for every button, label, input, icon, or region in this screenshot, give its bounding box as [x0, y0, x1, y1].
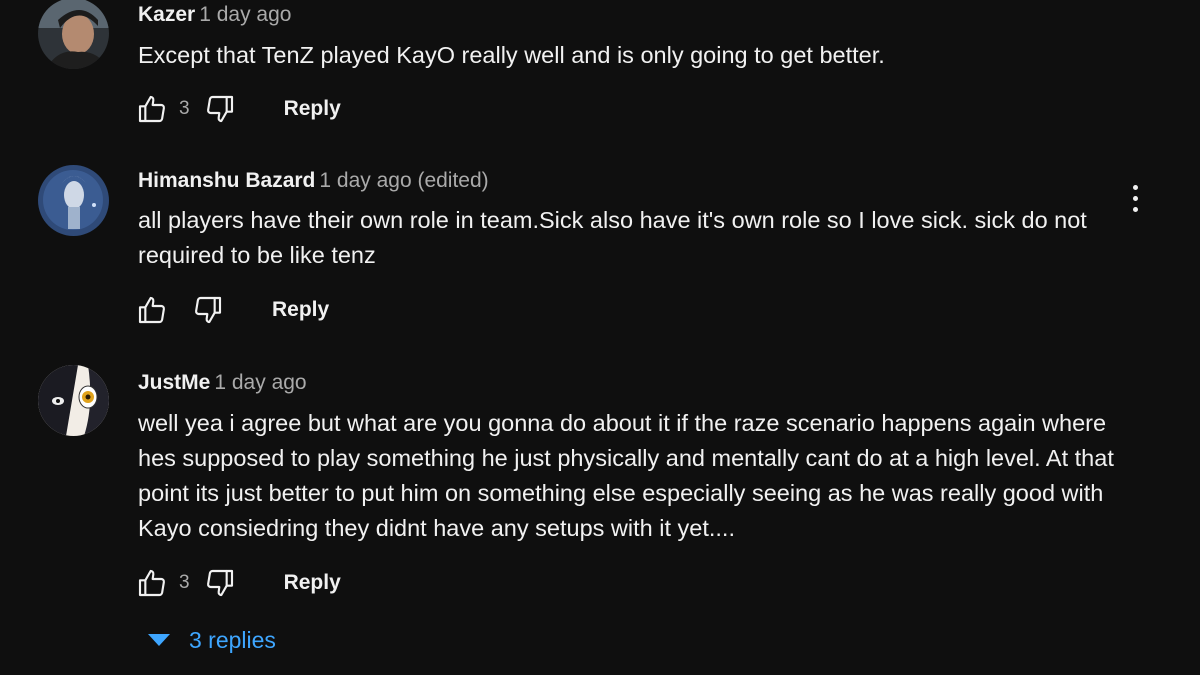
comment-text: all players have their own role in team.… [138, 207, 1087, 268]
dislike-button[interactable] [202, 91, 238, 127]
thumbs-up-icon [138, 95, 165, 123]
thumbs-up-icon [138, 296, 165, 324]
comment-actions: 3 Reply [134, 565, 341, 601]
menu-dot [1132, 185, 1138, 190]
menu-dot [1132, 196, 1138, 201]
comment: Kazer 1 day ago Except that TenZ played K… [0, 0, 1200, 140]
like-button[interactable] [134, 292, 170, 328]
thumbs-down-icon [195, 296, 222, 324]
comment-actions: 3 Reply [134, 91, 341, 127]
view-replies-button[interactable]: 3 replies [148, 627, 276, 654]
avatar[interactable] [38, 165, 109, 236]
reply-button[interactable]: Reply [284, 97, 341, 121]
menu-dot [1132, 207, 1138, 212]
replies-label: 3 replies [189, 627, 276, 653]
timestamp[interactable]: 1 day ago [214, 371, 306, 394]
comment-header: Kazer 1 day ago [138, 2, 291, 28]
timestamp[interactable]: 1 day ago (edited) [319, 169, 488, 192]
comment-header: Himanshu Bazard 1 day ago (edited) [138, 168, 489, 194]
like-count: 3 [179, 572, 190, 593]
timestamp[interactable]: 1 day ago [199, 3, 291, 26]
reply-button[interactable]: Reply [284, 571, 341, 595]
like-button[interactable] [134, 565, 170, 601]
like-button[interactable] [134, 91, 170, 127]
comment: JustMe 1 day ago well yea i agree but wha… [0, 362, 1200, 612]
avatar[interactable] [38, 365, 109, 436]
dislike-button[interactable] [202, 565, 238, 601]
comment-header: JustMe 1 day ago [138, 370, 307, 396]
thumbs-down-icon [206, 95, 233, 123]
dislike-button[interactable] [190, 292, 226, 328]
comment-actions: Reply [134, 292, 329, 328]
author-name[interactable]: JustMe [138, 371, 210, 394]
reply-button[interactable]: Reply [272, 298, 329, 322]
author-name[interactable]: Kazer [138, 3, 195, 26]
author-name[interactable]: Himanshu Bazard [138, 169, 315, 192]
more-vertical-icon[interactable] [1124, 185, 1146, 217]
thumbs-up-icon [138, 569, 165, 597]
comment: Himanshu Bazard 1 day ago (edited) all pl… [0, 160, 1200, 340]
like-count: 3 [179, 98, 190, 119]
comment-text: well yea i agree but what are you gonna … [138, 410, 1114, 541]
comment-text: Except that TenZ played KayO really well… [138, 42, 885, 68]
avatar[interactable] [38, 0, 109, 69]
triangle-down-icon [148, 633, 170, 646]
thumbs-down-icon [206, 569, 233, 597]
